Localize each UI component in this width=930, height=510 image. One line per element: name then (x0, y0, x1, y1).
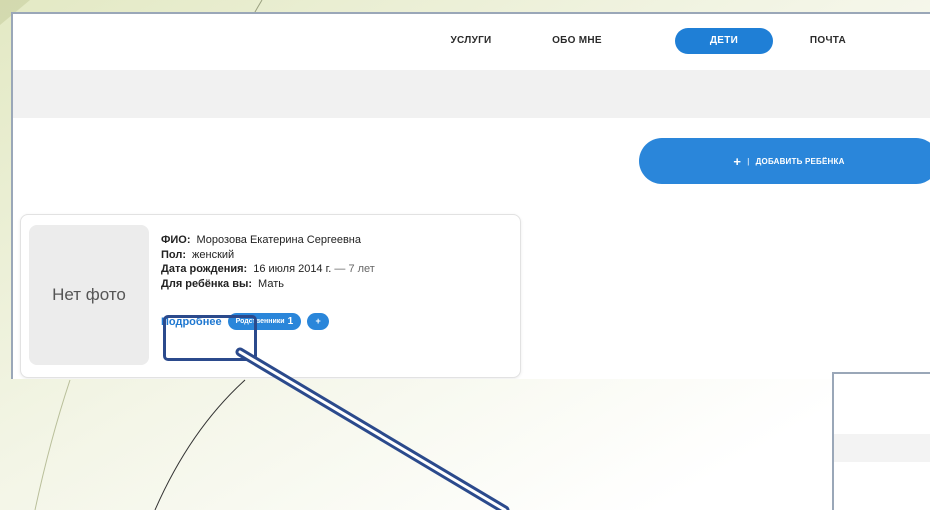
add-child-label: ДОБАВИТЬ РЕБЁНКА (755, 156, 845, 166)
relatives-count: 1 (287, 316, 294, 327)
browser-screenshot: УСЛУГИ ОБО МНЕ ДЕТИ ПОЧТА + | ДОБАВИТЬ Р… (11, 12, 930, 379)
subheader-band (13, 70, 930, 118)
secondary-window-preview (832, 372, 930, 510)
birth-row: Дата рождения: 16 июля 2014 г. — 7 лет (161, 262, 375, 277)
plus-icon: + (733, 153, 742, 169)
child-photo-placeholder: Нет фото (29, 225, 149, 365)
top-navigation: УСЛУГИ ОБО МНЕ ДЕТИ ПОЧТА (13, 14, 930, 70)
relation-value: Мать (258, 277, 284, 290)
gender-row: Пол: женский (161, 248, 375, 263)
nav-item-services[interactable]: УСЛУГИ (441, 28, 501, 54)
gender-value: женский (192, 248, 235, 261)
secondary-window-band (834, 434, 930, 462)
details-highlight-frame (163, 315, 257, 361)
child-info: ФИО: Морозова Екатерина Сергеевна Пол: жен… (161, 233, 375, 291)
birth-label: Дата рождения: (161, 263, 248, 275)
relation-label: Для ребёнка вы: (161, 277, 253, 290)
fio-row: ФИО: Морозова Екатерина Сергеевна (161, 233, 375, 248)
add-relative-button[interactable]: + (307, 313, 330, 330)
child-card: Нет фото ФИО: Морозова Екатерина Сергеевн… (20, 214, 521, 378)
relation-row: Для ребёнка вы: Мать (161, 277, 375, 292)
nav-item-mail[interactable]: ПОЧТА (793, 28, 863, 54)
add-relative-plus-icon: + (315, 316, 321, 326)
add-child-button[interactable]: + | ДОБАВИТЬ РЕБЁНКА (639, 138, 930, 184)
fio-value: Морозова Екатерина Сергеевна (196, 234, 361, 246)
age-text: — 7 лет (334, 263, 375, 275)
fio-label: ФИО: (161, 234, 191, 246)
gender-label: Пол: (161, 248, 187, 261)
nav-item-children[interactable]: ДЕТИ (675, 28, 773, 54)
birth-value: 16 июля 2014 г. (253, 263, 332, 275)
nav-item-about[interactable]: ОБО МНЕ (541, 28, 613, 54)
button-separator: | (747, 156, 750, 166)
no-photo-text: Нет фото (52, 285, 126, 304)
